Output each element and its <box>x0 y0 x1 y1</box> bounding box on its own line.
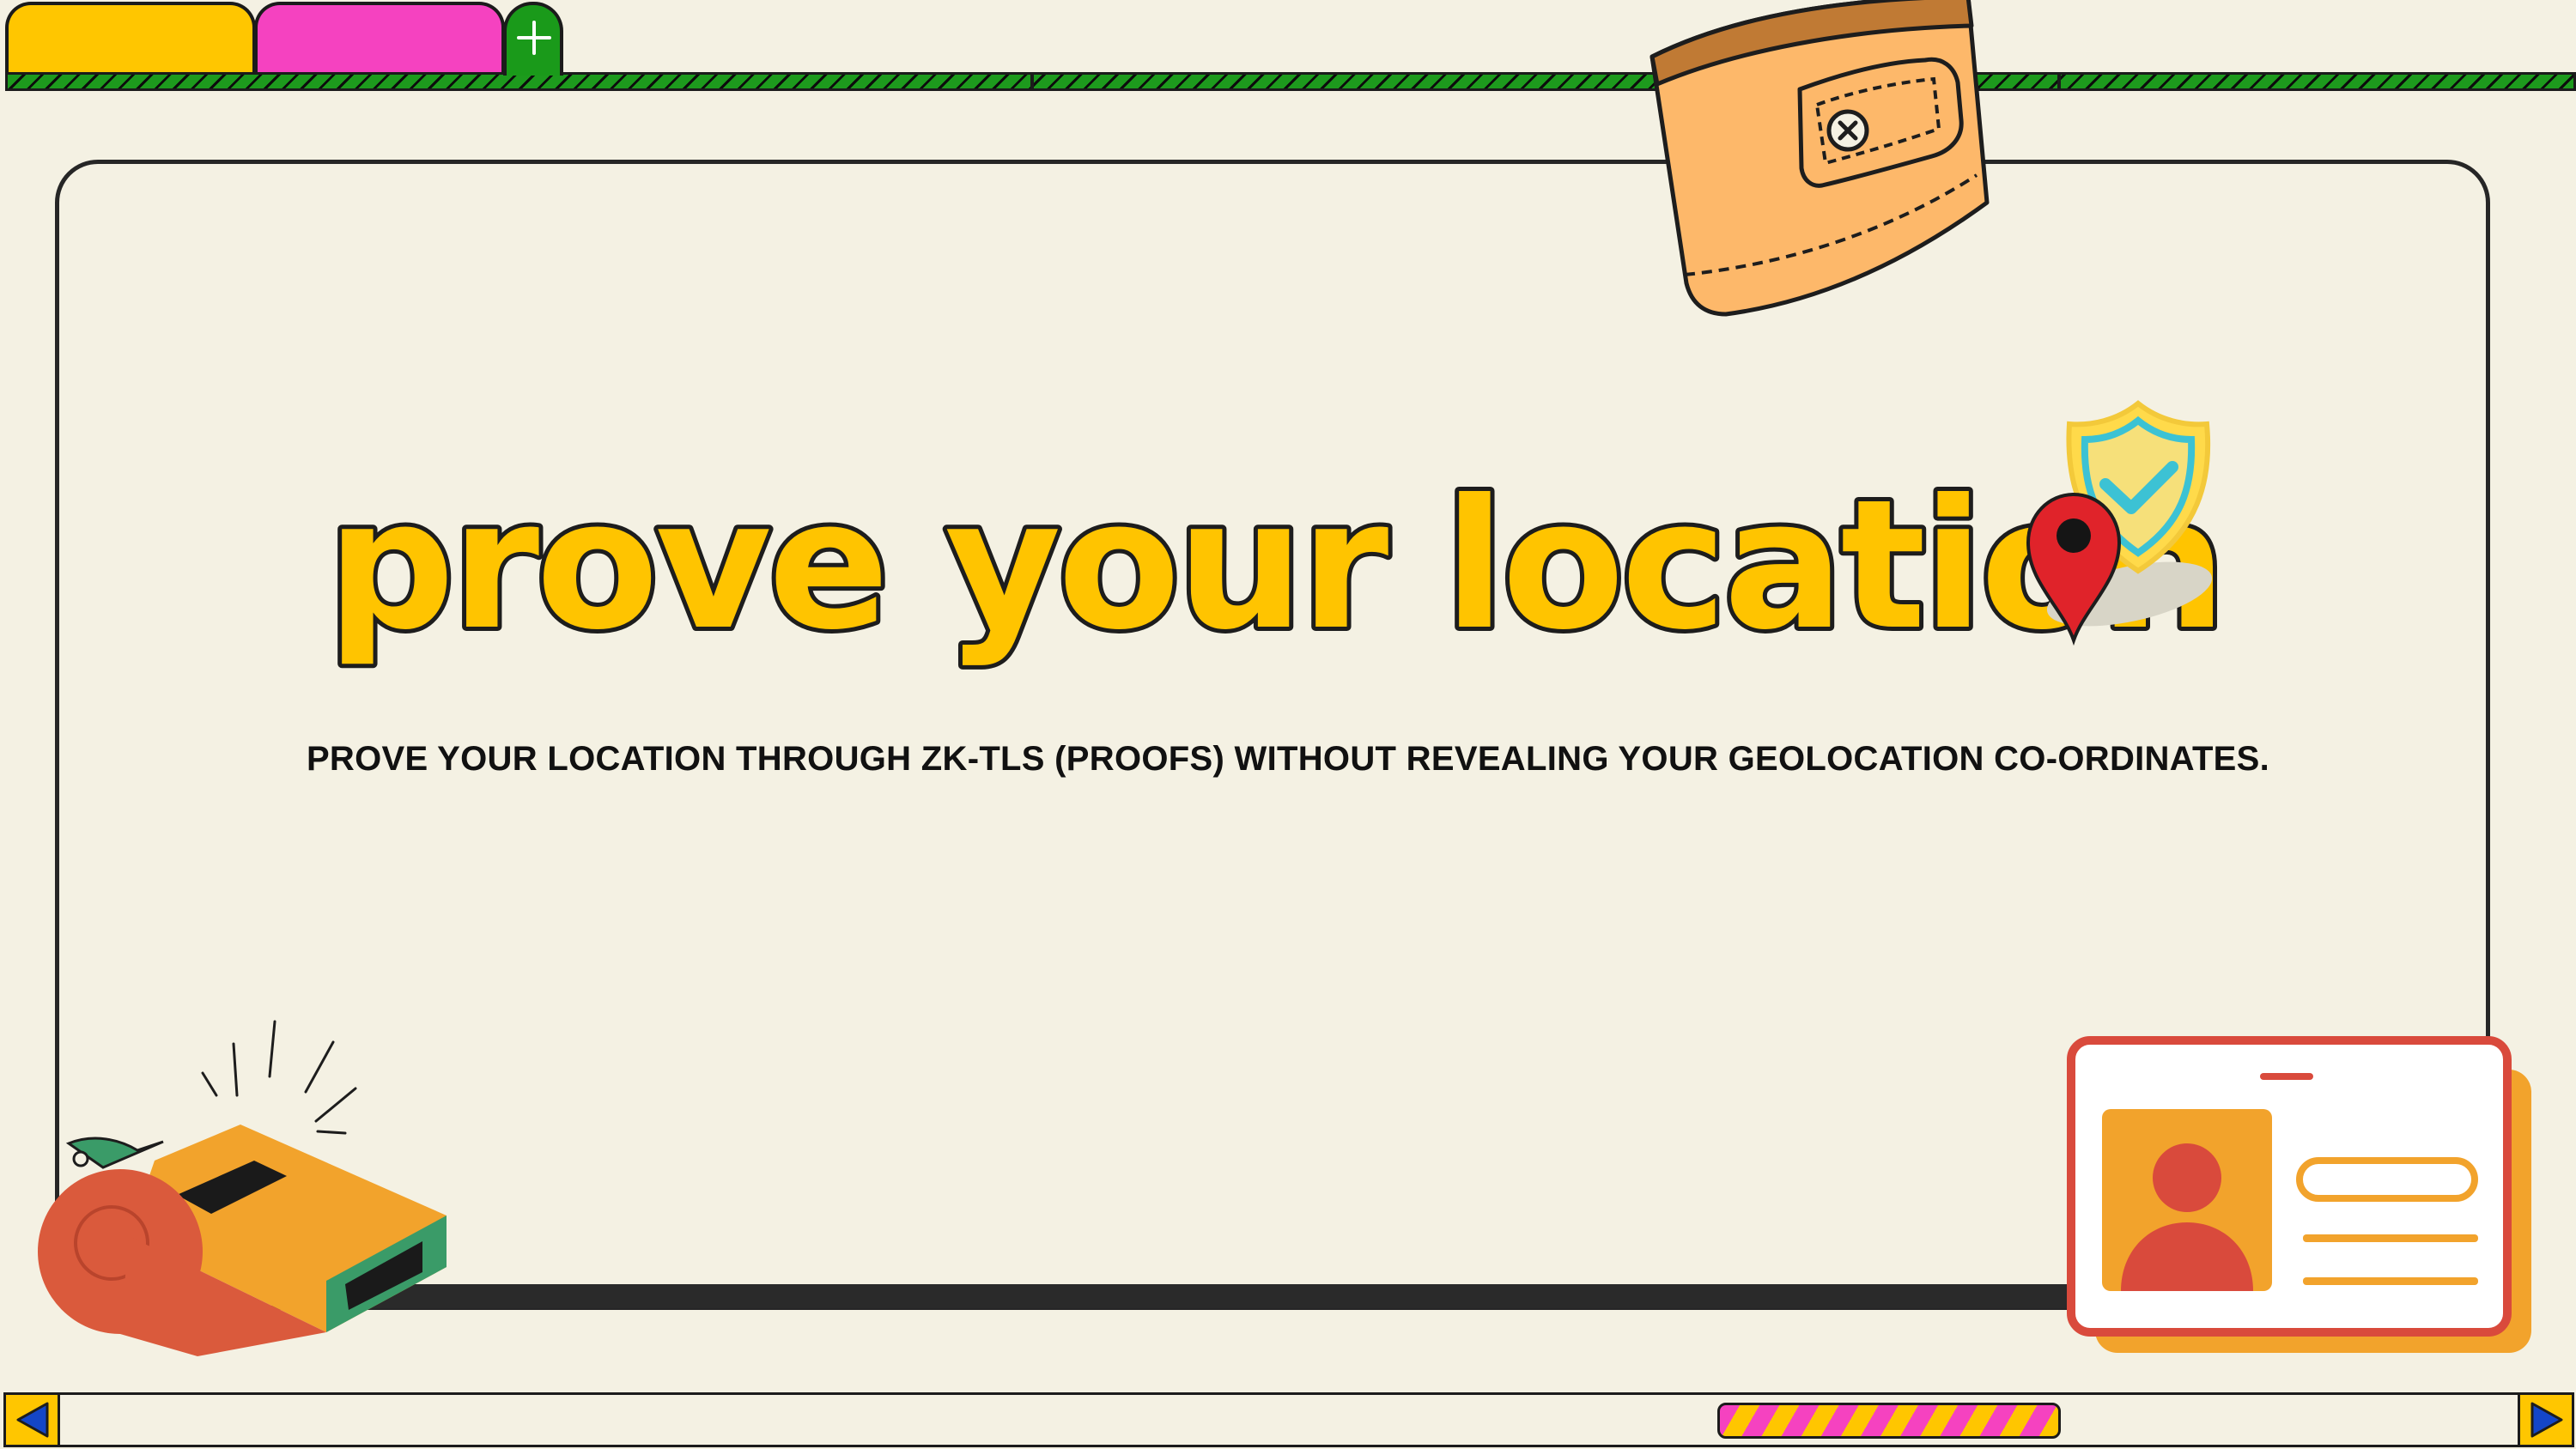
rail-divider <box>2057 72 2061 91</box>
scroll-left-button[interactable] <box>3 1392 60 1447</box>
tab-pink[interactable] <box>254 2 505 76</box>
subtitle: PROVE YOUR LOCATION THROUGH ZK-TLS (PROO… <box>306 740 2270 778</box>
scrollbar-thumb[interactable] <box>1717 1403 2061 1439</box>
arrow-left-icon <box>16 1402 49 1438</box>
whistle-icon <box>38 1020 447 1356</box>
plus-icon <box>517 21 551 55</box>
rail-divider <box>1030 72 1034 91</box>
top-rail <box>5 72 2576 91</box>
page-title: prove your location <box>327 464 2224 670</box>
arrow-right-icon <box>2530 1402 2563 1438</box>
scroll-right-button[interactable] <box>2518 1392 2574 1447</box>
tab-yellow[interactable] <box>5 2 256 76</box>
horizontal-scrollbar[interactable] <box>3 1392 2574 1447</box>
new-tab-button[interactable] <box>503 2 563 76</box>
id-card-icon <box>2067 1036 2531 1353</box>
wallet-icon <box>1649 0 1990 317</box>
window-shadow-bar <box>326 1284 2112 1308</box>
location-pin-icon <box>2026 492 2122 646</box>
